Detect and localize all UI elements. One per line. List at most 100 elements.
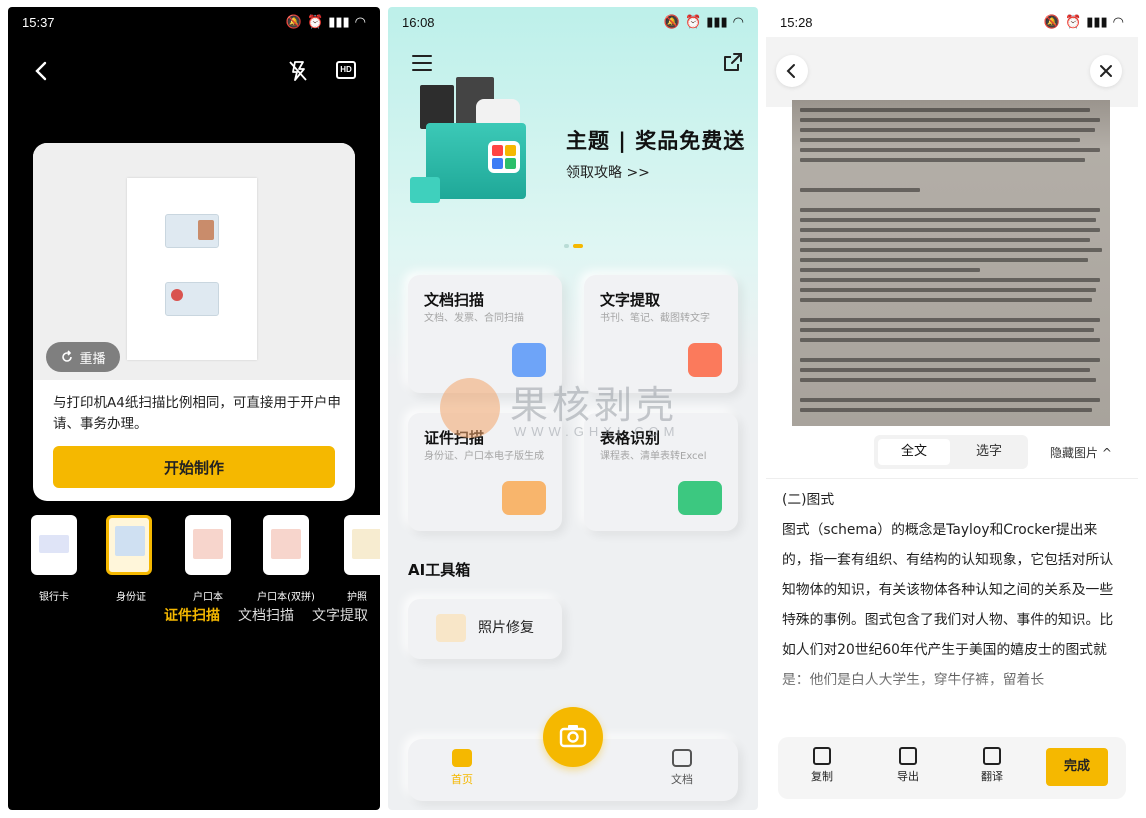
mode-cert-scan[interactable]: 证件扫描 [164, 605, 220, 625]
status-bar: 15:28 🔕 ⏰ ▮▮▮ ◠ [766, 7, 1138, 37]
printed-text-line [800, 268, 980, 272]
bell-mute-icon: 🔕 [1043, 14, 1060, 30]
doc-type-id-card[interactable] [106, 515, 152, 575]
printed-text-line [800, 378, 1096, 382]
hd-toggle-icon[interactable]: HD [336, 61, 356, 79]
ocr-result-screen: 15:28 🔕 ⏰ ▮▮▮ ◠ 全文 选字 隐藏图片 ^ (二)图式 图式（sc… [766, 7, 1138, 810]
tab-docs[interactable]: 文档 [652, 749, 712, 787]
signal-icon: ▮▮▮ [1086, 14, 1108, 30]
ai-toolbox-heading: AI工具箱 [408, 561, 471, 579]
tile-table-recog[interactable]: 表格识别 课程表、清单表转Excel [584, 413, 738, 531]
tile-title: 文字提取 [600, 291, 661, 309]
hide-image-toggle[interactable]: 隐藏图片 ^ [1050, 444, 1112, 461]
printed-text-line [800, 408, 1092, 412]
retake-button[interactable]: 重播 [46, 342, 120, 372]
id-card-front [165, 214, 219, 248]
camera-button[interactable] [543, 707, 603, 767]
translate-icon [983, 747, 1001, 765]
doc-type-label: 身份证 [116, 592, 146, 603]
bell-mute-icon: 🔕 [663, 14, 680, 30]
banner-illustration[interactable] [410, 69, 530, 209]
translate-button[interactable]: 翻译 [970, 747, 1014, 784]
doc-type-label: 银行卡 [39, 592, 69, 603]
view-segment-bar: 全文 选字 隐藏图片 ^ [766, 427, 1138, 479]
tile-cert-scan[interactable]: 证件扫描 身份证、户口本电子版生成 [408, 413, 562, 531]
printed-text-line [800, 128, 1095, 132]
doc-type-list: 银行卡 身份证 户口本 户口本(双拼) 护照 [8, 515, 380, 603]
ocr-heading: (二)图式 [782, 492, 835, 508]
close-icon [1100, 65, 1112, 77]
scan-screen: 15:37 🔕 ⏰ ▮▮▮ ◠ HD 重播 与打印机A4纸扫描比例相同，可直接用… [8, 7, 380, 810]
translate-label: 翻译 [981, 770, 1003, 783]
close-button[interactable] [1090, 55, 1122, 87]
status-time: 15:37 [22, 14, 55, 30]
doc-type-household-double[interactable] [263, 515, 309, 575]
home-icon [452, 749, 472, 767]
printed-text-line [800, 208, 1100, 212]
scan-description: 与打印机A4纸扫描比例相同，可直接用于开户申请、事务办理。 [53, 395, 341, 432]
banner-link[interactable]: 领取攻略 >> [566, 162, 650, 182]
back-arrow-icon[interactable] [30, 59, 54, 83]
printed-text-line [800, 398, 1100, 402]
copy-button[interactable]: 复制 [800, 747, 844, 784]
doc-type-label: 户口本 [193, 592, 223, 603]
printed-text-line [800, 228, 1100, 232]
photo-repair-tool[interactable]: 照片修复 [408, 599, 562, 659]
doc-type-bank-card[interactable] [31, 515, 77, 575]
printed-text-line [800, 318, 1100, 322]
tile-text-extract[interactable]: 文字提取 书刊、笔记、截图转文字 [584, 275, 738, 393]
share-icon[interactable] [722, 51, 744, 73]
printed-text-line [800, 258, 1088, 262]
flash-off-icon[interactable] [286, 59, 310, 83]
done-button[interactable]: 完成 [1046, 748, 1108, 786]
action-bar: 复制 导出 翻译 完成 [778, 737, 1126, 799]
start-button[interactable]: 开始制作 [53, 446, 335, 488]
printed-text-line [800, 358, 1100, 362]
printed-text-line [800, 108, 1090, 112]
photo-repair-label: 照片修复 [478, 620, 534, 636]
scanned-page-image [792, 100, 1110, 426]
printed-text-line [800, 118, 1100, 122]
status-icons: 🔕 ⏰ ▮▮▮ ◠ [664, 15, 744, 30]
segment-select-text[interactable]: 选字 [956, 439, 1022, 465]
copy-icon [813, 747, 831, 765]
mode-doc-scan[interactable]: 文档扫描 [238, 605, 294, 625]
printed-text-line [800, 218, 1096, 222]
tile-doc-scan[interactable]: 文档扫描 文档、发票、合同扫描 [408, 275, 562, 393]
status-time: 16:08 [402, 14, 435, 30]
alarm-icon: ⏰ [685, 14, 702, 30]
folder-icon [672, 749, 692, 767]
printed-text-line [800, 158, 1085, 162]
scan-mode-switch: 证件扫描 文档扫描 文字提取 [164, 605, 368, 625]
export-button[interactable]: 导出 [886, 747, 930, 784]
camera-icon [559, 725, 587, 748]
printed-text-line [800, 148, 1100, 152]
tab-docs-label: 文档 [671, 773, 693, 786]
back-button[interactable] [776, 55, 808, 87]
doc-type-label: 护照 [347, 592, 367, 603]
text-icon [688, 343, 722, 377]
doc-type-passport[interactable] [344, 515, 380, 575]
a4-paper-preview [127, 178, 257, 360]
mode-text-extract[interactable]: 文字提取 [312, 605, 368, 625]
doc-type-household[interactable] [185, 515, 231, 575]
scan-card: 重播 与打印机A4纸扫描比例相同，可直接用于开户申请、事务办理。 开始制作 [33, 143, 355, 501]
id-card-icon [502, 481, 546, 515]
alarm-icon: ⏰ [307, 14, 324, 30]
banner-title[interactable]: 主题 | 奖品免费送 [566, 125, 745, 155]
wifi-icon: ◠ [732, 14, 744, 30]
segment-full-text[interactable]: 全文 [878, 439, 950, 465]
tile-title: 文档扫描 [424, 291, 485, 309]
tile-subtitle: 身份证、户口本电子版生成 [424, 451, 544, 462]
tab-home[interactable]: 首页 [432, 749, 492, 787]
tile-title: 表格识别 [600, 429, 661, 447]
table-icon [678, 481, 722, 515]
carousel-dots [564, 244, 583, 248]
wifi-icon: ◠ [354, 14, 366, 30]
status-bar: 16:08 🔕 ⏰ ▮▮▮ ◠ [388, 7, 758, 37]
bell-mute-icon: 🔕 [285, 14, 302, 30]
tab-home-label: 首页 [451, 773, 473, 786]
tile-subtitle: 文档、发票、合同扫描 [424, 313, 524, 324]
scan-icon [512, 343, 546, 377]
printed-text-line [800, 188, 920, 192]
